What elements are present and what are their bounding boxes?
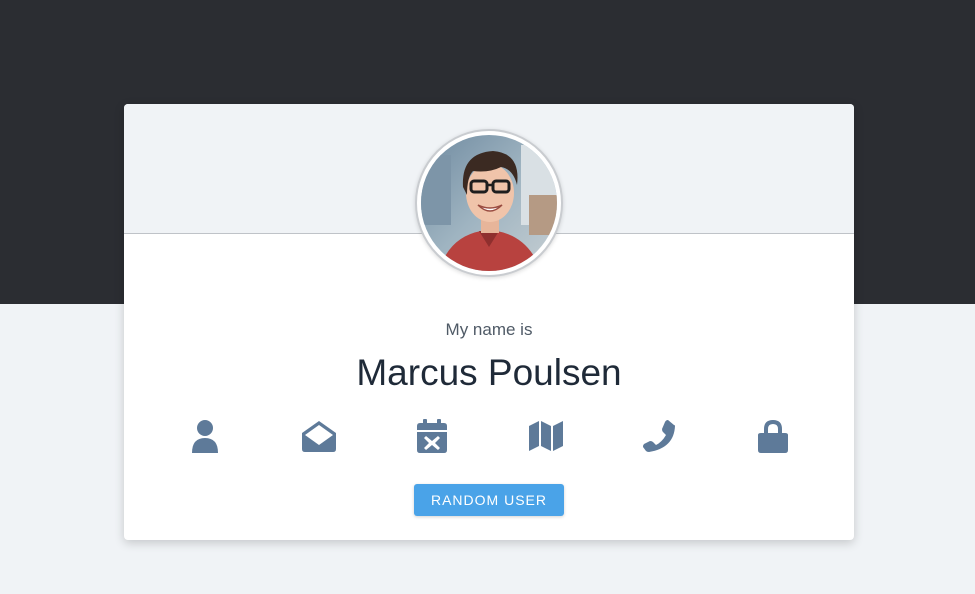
avatar-frame	[415, 129, 563, 277]
phone-icon[interactable]	[639, 416, 679, 456]
user-icon[interactable]	[185, 416, 225, 456]
info-value: Marcus Poulsen	[356, 352, 622, 393]
lock-icon[interactable]	[753, 416, 793, 456]
info-title: My name is	[445, 320, 533, 339]
user-card: My name is Marcus Poulsen RANDOM USER	[124, 104, 854, 540]
avatar	[421, 135, 557, 271]
avatar-photo	[421, 135, 557, 271]
random-user-button[interactable]: RANDOM USER	[414, 484, 564, 516]
calendar-x-icon[interactable]	[412, 416, 452, 456]
map-icon[interactable]	[526, 416, 566, 456]
envelope-open-icon[interactable]	[299, 416, 339, 456]
info-icon-bar	[124, 416, 854, 456]
